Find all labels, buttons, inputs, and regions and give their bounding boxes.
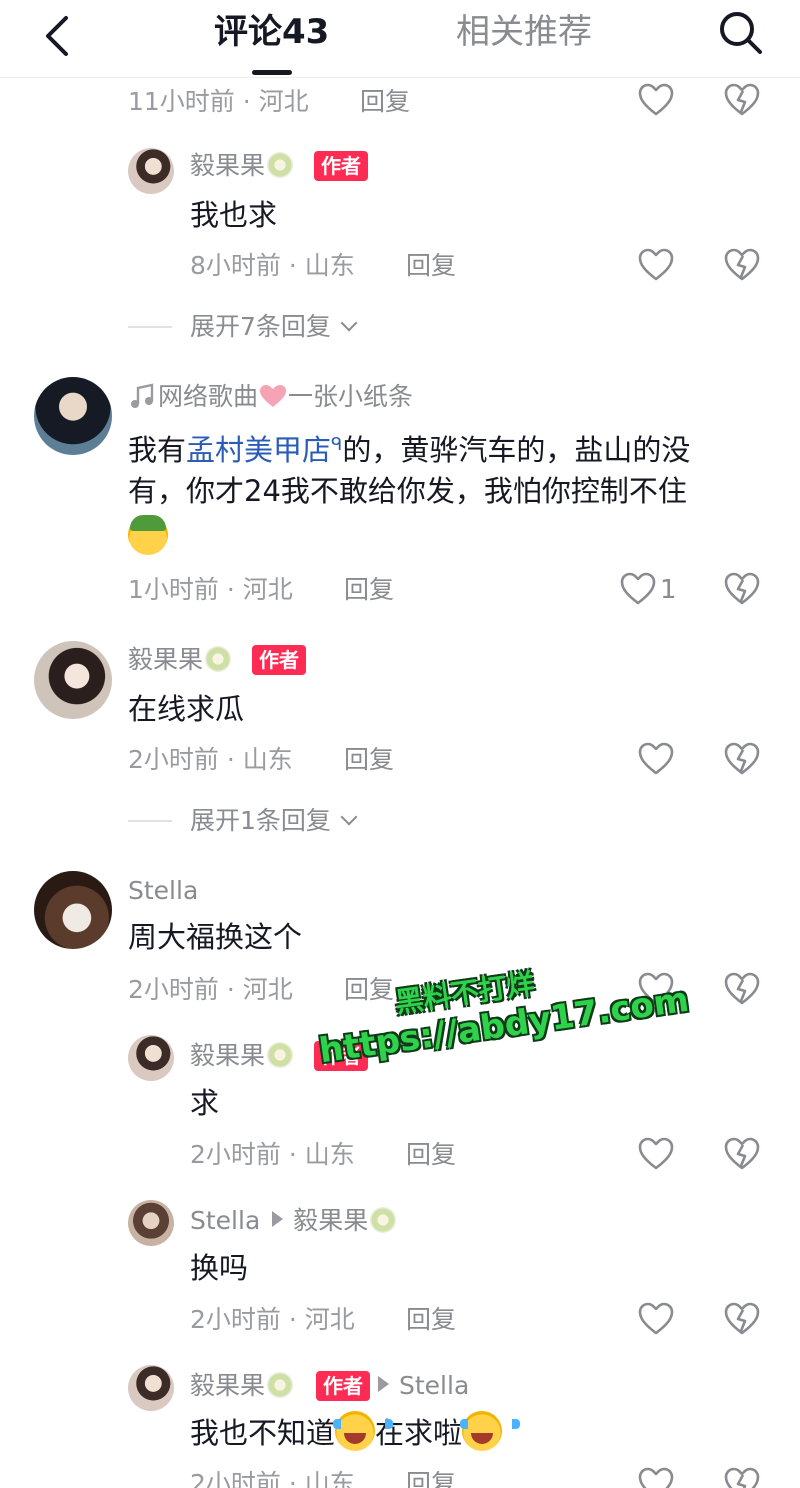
avatar[interactable]: [128, 1365, 174, 1411]
avatar[interactable]: [128, 1200, 174, 1246]
comment-emoji-line: [128, 514, 168, 560]
username[interactable]: 网络歌曲 一张小纸条: [128, 381, 413, 413]
heart-icon[interactable]: [636, 739, 676, 779]
dislike-icon[interactable]: [722, 80, 762, 120]
comment-text: 在线求瓜: [128, 692, 245, 726]
reply-arrow-icon: [272, 1211, 284, 1227]
reply-button[interactable]: 回复: [344, 974, 394, 1006]
expand-divider: [128, 326, 172, 328]
comment-meta: 8小时前 · 山东: [190, 251, 355, 280]
music-note-icon: [131, 383, 154, 408]
username[interactable]: Stella: [128, 875, 198, 907]
comment-text: 周大福换这个: [128, 920, 303, 954]
dislike-icon[interactable]: [722, 245, 762, 285]
reply-button[interactable]: 回复: [344, 574, 394, 606]
comment-meta: 11小时前 · 河北: [128, 87, 309, 116]
dislike-icon[interactable]: [722, 1464, 762, 1488]
heart-icon[interactable]: [636, 1464, 676, 1488]
laughing-crying-emoji-icon: [460, 1411, 521, 1451]
username[interactable]: Stella 毅果果: [190, 1205, 397, 1237]
expand-replies-button[interactable]: 展开7条回复: [190, 311, 358, 343]
comment-meta: 1小时前 · 河北: [128, 575, 293, 604]
laughing-crying-emoji-icon: [333, 1411, 394, 1451]
username[interactable]: 毅果果: [190, 150, 294, 182]
comment-text: 我也求: [190, 198, 278, 232]
reply-button[interactable]: 回复: [344, 744, 394, 776]
author-tag: 作者: [314, 151, 368, 181]
avatar[interactable]: [128, 148, 174, 194]
fan-badge-icon: [267, 1042, 294, 1068]
reply-button[interactable]: 回复: [406, 250, 456, 282]
tab-active-indicator: [252, 70, 292, 75]
back-arrow-icon[interactable]: [30, 8, 86, 64]
reply-arrow-icon: [378, 1376, 389, 1392]
avatar[interactable]: [34, 377, 112, 455]
username[interactable]: 毅果果: [190, 1370, 294, 1402]
search-mini-icon: ᑫ: [331, 434, 343, 455]
comment-meta: 2小时前 · 山东: [128, 745, 293, 774]
reply-button[interactable]: 回复: [360, 86, 410, 118]
reply-button[interactable]: 回复: [406, 1468, 456, 1488]
fan-badge-icon: [267, 1372, 294, 1398]
comment-meta: 2小时前 · 河北: [190, 1305, 355, 1334]
avatar[interactable]: [128, 1035, 174, 1081]
author-tag: 作者: [314, 1041, 368, 1071]
comment-text: 求: [190, 1086, 220, 1120]
comment-text-line2: 有，你才24我不敢给你发，我怕你控制不住: [128, 474, 687, 508]
avatar[interactable]: [34, 641, 112, 719]
comment-meta: 2小时前 · 山东: [190, 1140, 355, 1169]
dislike-icon[interactable]: [722, 739, 762, 779]
comment-text: 我有孟村美甲店ᑫ的，黄骅汽车的，盐山的没: [128, 433, 691, 467]
heart-icon[interactable]: [636, 245, 676, 285]
pink-heart-icon: [260, 385, 287, 407]
fan-badge-icon: [267, 152, 294, 178]
search-icon[interactable]: [712, 4, 770, 62]
heart-icon[interactable]: [636, 80, 676, 120]
reply-target[interactable]: Stella: [378, 1370, 469, 1402]
expand-divider: [128, 820, 172, 822]
fan-badge-icon: [370, 1207, 397, 1233]
comment-text: 换吗: [190, 1251, 249, 1285]
tab-comments[interactable]: 评论43: [214, 10, 329, 54]
dislike-icon[interactable]: [722, 569, 762, 609]
watermark: 黑料不打烊 https://abdy17.com: [312, 946, 692, 1071]
dislike-icon[interactable]: [722, 969, 762, 1009]
author-tag: 作者: [252, 645, 306, 675]
comment-meta: 2小时前 · 河北: [128, 975, 293, 1004]
comment-text: 我也不知道 在求啦: [190, 1410, 521, 1456]
chevron-down-icon: [340, 808, 358, 826]
chevron-down-icon: [340, 314, 358, 332]
grumpy-emoji-icon: [128, 515, 168, 555]
comments-header: 评论43 相关推荐: [0, 0, 800, 78]
username[interactable]: 毅果果: [128, 644, 232, 676]
reply-button[interactable]: 回复: [406, 1304, 456, 1336]
reply-button[interactable]: 回复: [406, 1139, 456, 1171]
like-count: 1: [660, 575, 677, 605]
dislike-icon[interactable]: [722, 1299, 762, 1339]
heart-icon[interactable]: [636, 1299, 676, 1339]
author-tag: 作者: [316, 1371, 370, 1401]
avatar[interactable]: [34, 871, 112, 949]
dislike-icon[interactable]: [722, 1134, 762, 1174]
search-keyword-link[interactable]: 孟村美甲店ᑫ: [186, 433, 342, 467]
heart-icon[interactable]: [636, 1134, 676, 1174]
fan-badge-icon: [205, 646, 232, 672]
heart-icon[interactable]: [618, 569, 658, 609]
username[interactable]: 毅果果: [190, 1040, 294, 1072]
expand-replies-button[interactable]: 展开1条回复: [190, 805, 358, 837]
comment-meta: 2小时前 · 山东: [190, 1469, 355, 1488]
heart-icon[interactable]: [636, 969, 676, 1009]
tab-related[interactable]: 相关推荐: [456, 10, 592, 54]
